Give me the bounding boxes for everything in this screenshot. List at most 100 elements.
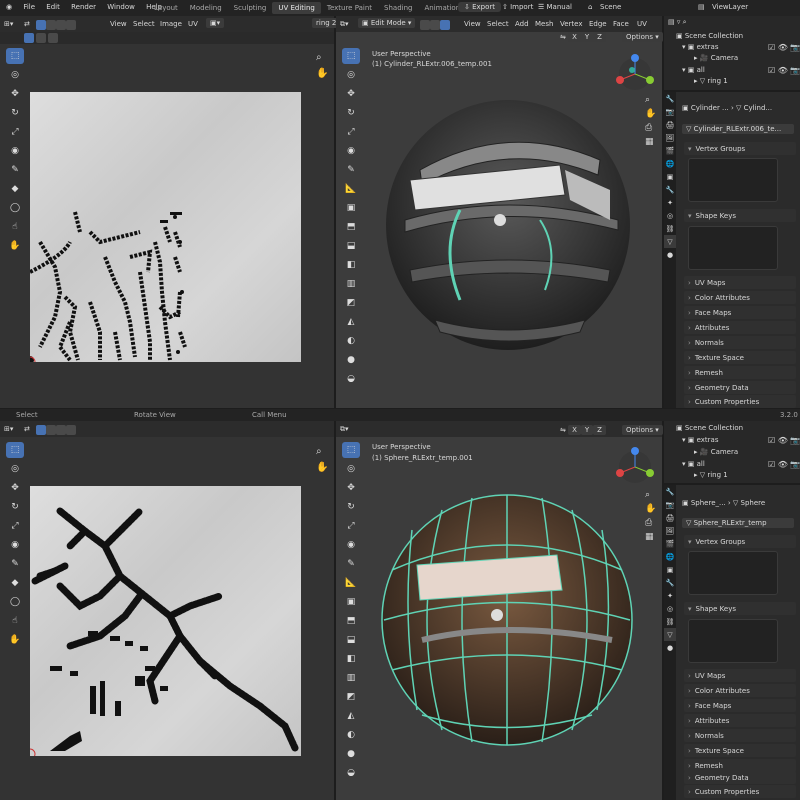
scene-collection[interactable]: ▣ Scene Collection: [676, 32, 743, 40]
move-tool-icon[interactable]: ✥: [6, 86, 24, 102]
uv-pivot-icons[interactable]: [24, 33, 59, 43]
spin-tool-icon[interactable]: ◐: [342, 333, 360, 349]
navigation-gizmo-bottom[interactable]: [610, 445, 660, 485]
knife-tool-icon[interactable]: ◩: [342, 295, 360, 311]
loop-cut-tool-icon[interactable]: ▥: [342, 276, 360, 292]
transform-tool-icon[interactable]: ◉: [6, 537, 24, 553]
rotate-tool-icon[interactable]: ↻: [342, 499, 360, 515]
tab-uv-editing[interactable]: UV Editing: [272, 2, 321, 14]
sync-selection-icon[interactable]: ⇄: [24, 20, 30, 28]
navigation-gizmo-top[interactable]: [610, 52, 660, 92]
zoom-icon[interactable]: ⌕: [645, 490, 656, 500]
select-box-tool-icon[interactable]: ⬚: [342, 48, 360, 64]
object-tab-icon[interactable]: ▣: [664, 170, 676, 183]
panel-color-attributes[interactable]: › Color Attributes: [684, 684, 796, 697]
scene-tab-icon[interactable]: 🎬: [664, 144, 676, 157]
uv-zoom-icon[interactable]: ⌕: [316, 446, 322, 457]
material-tab-icon[interactable]: ●: [664, 641, 676, 654]
render-tab-icon[interactable]: 📷: [664, 498, 676, 511]
panel-vertex-groups[interactable]: ▾ Vertex Groups: [684, 535, 796, 548]
shrink-tool-icon[interactable]: ◒: [342, 765, 360, 781]
object-ring-1[interactable]: ▸ ▽ ring 1: [694, 471, 728, 479]
world-tab-icon[interactable]: 🌐: [664, 550, 676, 563]
smooth-tool-icon[interactable]: ●: [342, 746, 360, 762]
poly-build-tool-icon[interactable]: ◭: [342, 708, 360, 724]
smooth-tool-icon[interactable]: ●: [342, 352, 360, 368]
bevel-tool-icon[interactable]: ◧: [342, 651, 360, 667]
select-mode-icons[interactable]: [420, 20, 450, 30]
panel-geometry-data[interactable]: › Geometry Data: [684, 381, 796, 394]
annotate-tool-icon[interactable]: ✎: [6, 556, 24, 572]
manual-button[interactable]: ☰ Manual: [538, 3, 572, 11]
uv-pan-icon[interactable]: ✋: [316, 68, 328, 79]
extrude-tool-icon[interactable]: ⬒: [342, 613, 360, 629]
data-tab-icon[interactable]: ▽: [664, 628, 676, 641]
export-button[interactable]: ⇩ Export: [458, 2, 502, 12]
rotate-tool-icon[interactable]: ↻: [6, 105, 24, 121]
tab-sculpting[interactable]: Sculpting: [228, 2, 273, 14]
panel-face-maps[interactable]: › Face Maps: [684, 306, 796, 319]
uv-menu-select[interactable]: Select: [133, 20, 155, 28]
vp-menu-vertex[interactable]: Vertex: [560, 20, 583, 28]
physics-tab-icon[interactable]: ◎: [664, 209, 676, 222]
knife-tool-icon[interactable]: ◩: [342, 689, 360, 705]
collection-all[interactable]: ▾ ▣ all: [682, 66, 705, 74]
editor-type-icon[interactable]: ⊞▾: [4, 425, 13, 433]
viewport-type-icon[interactable]: ⧉▾: [340, 20, 349, 29]
panel-custom-properties[interactable]: › Custom Properties: [684, 395, 796, 408]
mode-selector[interactable]: ▣ Edit Mode ▾: [358, 18, 416, 28]
select-box-tool-icon[interactable]: ⬚: [6, 48, 24, 64]
axis-mirror-toggles-bottom[interactable]: ⇋ XYZ: [560, 425, 606, 435]
cursor-tool-icon[interactable]: ◎: [6, 67, 24, 83]
panel-shape-keys[interactable]: ▾ Shape Keys: [684, 209, 796, 222]
pinch-tool-icon[interactable]: ☝: [6, 219, 24, 235]
annotate-tool-icon[interactable]: ✎: [342, 162, 360, 178]
panel-remesh[interactable]: › Remesh: [684, 366, 796, 379]
object-camera[interactable]: ▸ 🎥 Camera: [694, 448, 738, 456]
tab-texture-paint[interactable]: Texture Paint: [321, 2, 378, 14]
data-tab-icon[interactable]: ▽: [664, 235, 676, 248]
rip-tool-icon[interactable]: ✋: [6, 632, 24, 648]
mesh-data-name[interactable]: ▽ Sphere_RLExtr_temp: [682, 518, 794, 528]
blender-logo-icon[interactable]: ◉: [6, 3, 12, 11]
cursor-tool-icon[interactable]: ◎: [342, 67, 360, 83]
rotate-tool-icon[interactable]: ↻: [342, 105, 360, 121]
measure-tool-icon[interactable]: 📐: [342, 181, 360, 197]
scene-tab-icon[interactable]: 🎬: [664, 537, 676, 550]
panel-shape-keys[interactable]: ▾ Shape Keys: [684, 602, 796, 615]
scene-selector[interactable]: Scene: [600, 3, 621, 11]
menu-window[interactable]: Window: [107, 3, 135, 11]
scale-tool-icon[interactable]: ⤢: [342, 124, 360, 140]
output-tab-icon[interactable]: 🖨: [664, 511, 676, 524]
import-button[interactable]: ⇧ Import: [502, 3, 533, 11]
material-tab-icon[interactable]: ●: [664, 248, 676, 261]
panel-texture-space[interactable]: › Texture Space: [684, 744, 796, 757]
vertex-groups-list[interactable]: [688, 158, 778, 202]
shape-keys-list[interactable]: [688, 619, 778, 663]
vp-menu-mesh[interactable]: Mesh: [535, 20, 553, 28]
loop-cut-tool-icon[interactable]: ▥: [342, 670, 360, 686]
shape-keys-list[interactable]: [688, 226, 778, 270]
uv-select-modes[interactable]: [36, 20, 76, 30]
spin-tool-icon[interactable]: ◐: [342, 727, 360, 743]
tool-tab-icon[interactable]: 🔧: [664, 485, 676, 498]
transform-tool-icon[interactable]: ◉: [6, 143, 24, 159]
collection-all[interactable]: ▾ ▣ all: [682, 460, 705, 468]
panel-uv-maps[interactable]: › UV Maps: [684, 276, 796, 289]
physics-tab-icon[interactable]: ◎: [664, 602, 676, 615]
panel-attributes[interactable]: › Attributes: [684, 321, 796, 334]
vp-menu-face[interactable]: Face: [613, 20, 629, 28]
relax-tool-icon[interactable]: ◯: [6, 200, 24, 216]
uv-menu-uv[interactable]: UV: [188, 20, 198, 28]
panel-texture-space[interactable]: › Texture Space: [684, 351, 796, 364]
relax-tool-icon[interactable]: ◯: [6, 594, 24, 610]
camera-view-icon[interactable]: ⎙: [645, 123, 656, 133]
tab-shading[interactable]: Shading: [378, 2, 418, 14]
mesh-data-name[interactable]: ▽ Cylinder_RLExtr.006_te...: [682, 124, 794, 134]
constraints-tab-icon[interactable]: ⛓: [664, 615, 676, 628]
tool-tab-icon[interactable]: 🔧: [664, 92, 676, 105]
particles-tab-icon[interactable]: ✦: [664, 589, 676, 602]
particles-tab-icon[interactable]: ✦: [664, 196, 676, 209]
add-cube-tool-icon[interactable]: ▣: [342, 594, 360, 610]
inset-tool-icon[interactable]: ⬓: [342, 632, 360, 648]
